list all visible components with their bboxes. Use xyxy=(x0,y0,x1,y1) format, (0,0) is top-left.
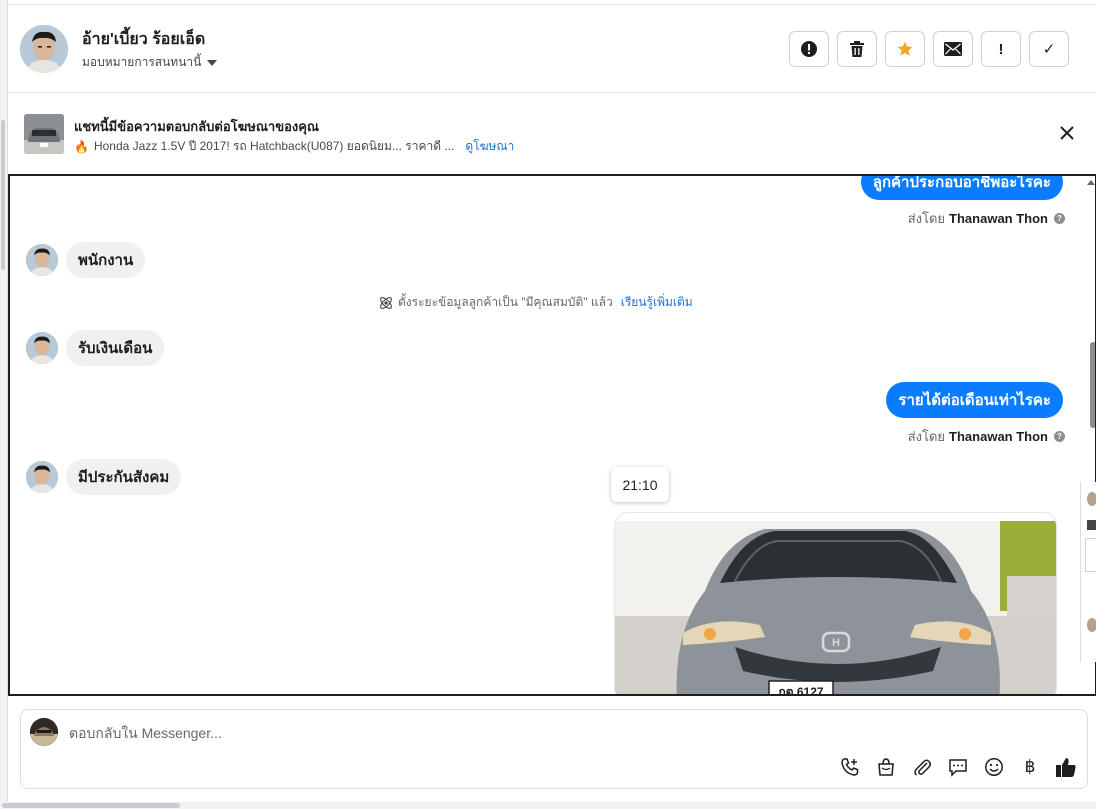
sender-name: Thanawan Thon xyxy=(949,429,1048,444)
right-side-panel xyxy=(1080,482,1096,662)
trash-icon xyxy=(850,41,864,57)
license-plate-text: กต 6127 xyxy=(778,685,824,696)
ad-reply-banner: แชทนี้มีข้อความตอบกลับต่อโฆษณาของคุณ 🔥 H… xyxy=(8,94,1096,172)
sent-by-prefix: ส่งโดย xyxy=(907,211,946,226)
contact-avatar-small[interactable] xyxy=(26,332,58,364)
thumbs-up-icon[interactable] xyxy=(1055,756,1077,778)
composer-tools: ฿ xyxy=(839,756,1077,778)
contact-avatar[interactable] xyxy=(20,25,68,73)
conversation-header: อ้าย'เบี้ยว ร้อยเอ็ด มอบหมายการสนทนานี้ … xyxy=(8,5,1096,93)
star-button[interactable] xyxy=(885,31,925,67)
contact-avatar-small[interactable] xyxy=(26,244,58,276)
left-scrollbar-thumb[interactable] xyxy=(1,120,5,270)
message-composer: ฿ xyxy=(20,709,1088,789)
sent-by-prefix: ส่งโดย xyxy=(907,429,946,444)
smiley-icon[interactable] xyxy=(983,756,1005,778)
baht-icon[interactable]: ฿ xyxy=(1019,756,1041,778)
incoming-message-row: รับเงินเดือน xyxy=(26,330,165,366)
alert-circle-icon xyxy=(801,41,817,57)
paperclip-icon[interactable] xyxy=(911,756,933,778)
image-attachment[interactable]: H กต 6127 xyxy=(614,512,1057,696)
scroll-up-arrow-icon[interactable] xyxy=(1087,180,1095,185)
outgoing-message[interactable]: ลูกค้าประกอบอาชีพอะไรคะ xyxy=(860,176,1063,200)
header-actions: ! ✓ xyxy=(789,31,1069,67)
panel-card[interactable] xyxy=(1085,538,1096,572)
left-scrollbar[interactable] xyxy=(0,0,8,809)
panel-icon[interactable] xyxy=(1087,520,1096,530)
info-icon[interactable]: ? xyxy=(1054,431,1065,442)
assign-conversation-dropdown[interactable]: มอบหมายการสนทนานี้ xyxy=(82,53,218,72)
learn-more-link[interactable]: เรียนรู้เพิ่มเติม xyxy=(621,293,693,312)
caret-down-icon xyxy=(207,59,218,66)
panel-avatar[interactable] xyxy=(1087,492,1096,506)
panel-avatar[interactable] xyxy=(1087,618,1096,632)
thread-scrollbar-thumb[interactable] xyxy=(1090,342,1095,428)
phone-plus-icon[interactable] xyxy=(839,756,861,778)
sender-name: Thanawan Thon xyxy=(949,211,1048,226)
view-ad-link[interactable]: ดูโฆษณา xyxy=(465,137,514,156)
horizontal-scrollbar-thumb[interactable] xyxy=(2,803,180,808)
close-banner-button[interactable] xyxy=(1058,124,1076,142)
ad-description: Honda Jazz 1.5V ปี 2017! รถ Hatchback(U0… xyxy=(93,139,455,153)
follow-up-button[interactable]: ! xyxy=(981,31,1021,67)
banner-subtitle: 🔥 Honda Jazz 1.5V ปี 2017! รถ Hatchback(… xyxy=(74,137,514,156)
ad-thumbnail[interactable] xyxy=(24,114,64,154)
mark-unread-button[interactable] xyxy=(933,31,973,67)
atom-icon xyxy=(380,296,392,309)
banner-title: แชทนี้มีข้อความตอบกลับต่อโฆษณาของคุณ xyxy=(74,119,319,134)
delete-button[interactable] xyxy=(837,31,877,67)
incoming-message[interactable]: มีประกันสังคม xyxy=(66,459,182,495)
mark-done-button[interactable]: ✓ xyxy=(1029,31,1069,67)
spam-button[interactable] xyxy=(789,31,829,67)
incoming-message-row: พนักงาน xyxy=(26,242,146,278)
sent-by-label: ส่งโดย Thanawan Thon ? xyxy=(908,208,1065,229)
reply-input[interactable] xyxy=(69,722,769,744)
timestamp-tooltip: 21:10 xyxy=(611,467,669,502)
horizontal-scrollbar[interactable] xyxy=(0,802,1096,809)
incoming-message-row: มีประกันสังคม xyxy=(26,459,182,495)
incoming-message[interactable]: พนักงาน xyxy=(66,242,146,278)
check-icon: ✓ xyxy=(1042,41,1056,58)
incoming-message[interactable]: รับเงินเดือน xyxy=(66,330,165,366)
info-icon[interactable]: ? xyxy=(1054,213,1065,224)
close-icon xyxy=(1060,126,1074,140)
svg-text:H: H xyxy=(832,637,840,649)
message-thread[interactable]: ลูกค้าประกอบอาชีพอะไรคะ ส่งโดย Thanawan … xyxy=(8,174,1096,696)
system-message-text: ตั้งระยะข้อมูลลูกค้าเป็น "มีคุณสมบัติ" แ… xyxy=(398,295,613,309)
outgoing-message[interactable]: รายได้ต่อเดือนเท่าไรคะ xyxy=(886,382,1063,418)
fire-icon: 🔥 xyxy=(74,139,89,154)
contact-name[interactable]: อ้าย'เบี้ยว ร้อยเอ็ด xyxy=(82,27,205,52)
page-avatar xyxy=(30,718,58,746)
contact-avatar-small[interactable] xyxy=(26,461,58,493)
star-icon xyxy=(897,41,913,56)
exclamation-icon: ! xyxy=(998,40,1004,58)
system-message: ตั้งระยะข้อมูลลูกค้าเป็น "มีคุณสมบัติ" แ… xyxy=(378,293,693,312)
chat-bubble-icon[interactable] xyxy=(947,756,969,778)
car-photo: H xyxy=(615,521,1056,694)
shopping-bag-icon[interactable] xyxy=(875,756,897,778)
envelope-icon xyxy=(944,42,962,56)
sent-by-label: ส่งโดย Thanawan Thon ? xyxy=(908,426,1065,447)
assign-label: มอบหมายการสนทนานี้ xyxy=(82,55,202,69)
